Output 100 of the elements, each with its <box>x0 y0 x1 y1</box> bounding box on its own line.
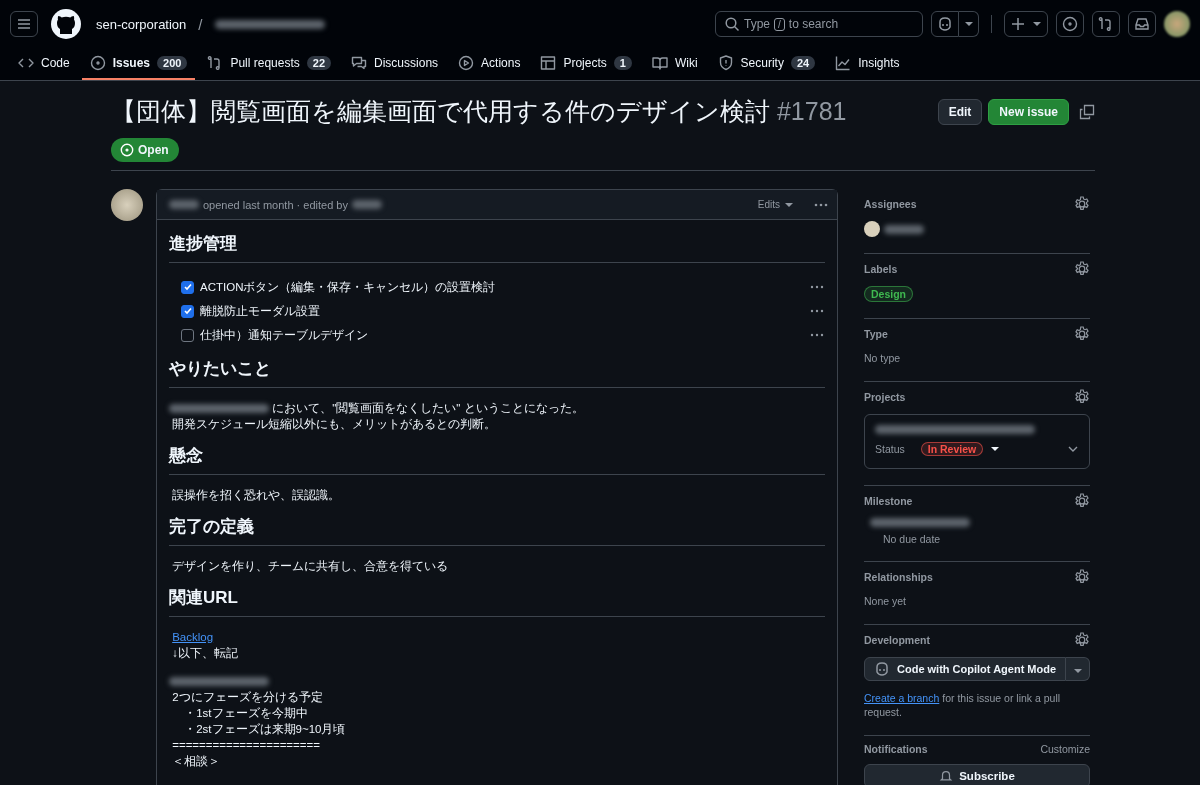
issues-button[interactable] <box>1056 11 1084 37</box>
keyboard-key: / <box>774 17 785 31</box>
settings-icon[interactable] <box>1074 261 1090 277</box>
section-title: Projects <box>864 391 906 403</box>
repo-tab[interactable]: Code <box>10 48 78 80</box>
copilot-button[interactable] <box>931 11 959 37</box>
section-heading: やりたいこと <box>169 357 825 388</box>
section-heading: 完了の定義 <box>169 515 825 546</box>
caret-icon[interactable] <box>991 446 1000 452</box>
body-text: 開発スケジュール短縮以外にも、メリットがあるとの判断。 <box>172 418 497 430</box>
settings-icon[interactable] <box>1074 326 1090 342</box>
task-text: 仕掛中）通知テーブルデザイン <box>200 327 369 343</box>
due-date-text: No due date <box>882 533 942 545</box>
shield-icon <box>717 55 734 71</box>
empty-value: None yet <box>864 595 907 607</box>
plus-icon <box>1011 17 1025 31</box>
issue-title: 【団体】閲覧画面を編集画面で代用する件のデザイン検討 #1781 <box>111 96 848 127</box>
logo-icon[interactable] <box>50 8 82 40</box>
checkbox[interactable] <box>181 304 194 318</box>
body-text: ＜相談＞ <box>172 755 221 767</box>
count-badge: 24 <box>790 56 816 70</box>
repo-tab[interactable]: Projects 1 <box>532 48 640 80</box>
issue-icon <box>1062 16 1078 32</box>
section-heading: 懸念 <box>169 444 825 475</box>
repo-tab[interactable]: Issues 200 <box>81 48 196 80</box>
book-icon <box>651 55 668 71</box>
settings-icon[interactable] <box>1074 632 1090 648</box>
path-separator: / <box>198 15 203 33</box>
field-label: Status <box>875 443 905 455</box>
body-text: 2つにフェーズを分ける予定 <box>172 691 323 703</box>
play-icon <box>458 55 475 71</box>
settings-icon[interactable] <box>1074 569 1090 585</box>
create-button[interactable] <box>1004 11 1048 37</box>
body-text: 誤操作を招く恐れや、誤認識。 <box>172 489 341 501</box>
settings-icon[interactable] <box>1074 389 1090 405</box>
menu-icon <box>16 16 32 32</box>
backlog-link[interactable]: Backlog <box>172 631 214 643</box>
pull-requests-button[interactable] <box>1092 11 1120 37</box>
dropdown-button[interactable] <box>1066 657 1090 681</box>
section-title: Type <box>864 328 888 340</box>
count-badge: 1 <box>613 56 632 70</box>
repo-tab[interactable]: Insights <box>827 48 908 80</box>
body-text: ・2stフェーズは来期9~10月頃 <box>183 723 346 735</box>
section-title: Development <box>864 634 930 646</box>
label-tag[interactable]: Design <box>864 286 913 302</box>
user-avatar <box>864 221 880 237</box>
org-link[interactable]: sen-corporation <box>96 16 187 32</box>
inbox-button[interactable] <box>1128 11 1156 37</box>
body-text: ・1stフェーズを今期中 <box>183 707 308 719</box>
section-title: Labels <box>864 263 898 275</box>
edits-dropdown[interactable]: Edits <box>751 198 799 211</box>
count-badge: 22 <box>306 56 332 70</box>
repo-tab[interactable]: Discussions <box>343 48 447 80</box>
body-text: ↓以下、転記 <box>172 647 238 659</box>
robot-icon <box>874 661 890 677</box>
graph-icon <box>835 55 852 71</box>
task-text: 離脱防止モーダル設置 <box>200 303 321 319</box>
dropdown-button[interactable] <box>959 11 979 37</box>
caret-icon <box>785 201 793 208</box>
discussion-icon <box>351 55 368 71</box>
search-icon <box>724 16 740 32</box>
bell-icon <box>939 769 954 783</box>
section-title: Notifications <box>864 743 928 755</box>
copy-icon[interactable] <box>1079 103 1095 120</box>
search-field[interactable]: Type / to search <box>715 11 923 37</box>
edit-button[interactable]: Edit <box>937 98 983 125</box>
task-text: ACTIONボタン（編集・保存・キャンセル）の設置検討 <box>200 279 497 295</box>
section-title: Milestone <box>864 495 913 507</box>
comment-meta: opened last month · edited by <box>203 198 348 211</box>
body-text: ====================== <box>172 739 320 751</box>
repo-tab[interactable]: Wiki <box>643 48 706 80</box>
customize-link[interactable]: Customize <box>1040 743 1090 755</box>
issue-icon <box>120 143 134 157</box>
user-avatar[interactable] <box>111 189 143 221</box>
create-branch-link[interactable]: Create a branch <box>864 692 940 704</box>
menu-button[interactable] <box>10 11 38 37</box>
search-hint: Type <box>744 17 770 31</box>
checkbox[interactable] <box>181 328 194 342</box>
redacted-text <box>351 200 382 209</box>
settings-icon[interactable] <box>1074 493 1090 509</box>
subscribe-button[interactable]: Subscribe <box>864 764 1090 785</box>
table-icon <box>540 55 557 71</box>
repo-tab[interactable]: Pull requests 22 <box>199 48 340 80</box>
repo-tab[interactable]: Actions <box>450 48 529 80</box>
status-tag[interactable]: In Review <box>920 442 984 456</box>
copilot-agent-button[interactable]: Code with Copilot Agent Mode <box>864 657 1067 681</box>
caret-icon <box>964 21 973 27</box>
settings-icon[interactable] <box>1074 196 1090 212</box>
new-issue-button[interactable]: New issue <box>988 98 1069 125</box>
robot-icon <box>937 16 953 32</box>
user-avatar[interactable] <box>1164 11 1190 37</box>
section-heading: 進捗管理 <box>169 232 825 263</box>
section-heading: 関連URL <box>169 586 825 617</box>
search-hint: to search <box>788 17 839 31</box>
checkbox[interactable] <box>181 280 194 294</box>
caret-icon <box>1073 667 1082 674</box>
section-title: Assignees <box>864 198 917 210</box>
development-hint: Create a branch for this issue or link a pull request. <box>864 691 1062 719</box>
repo-tab[interactable]: Security 24 <box>709 48 824 80</box>
count-badge: 200 <box>157 56 188 70</box>
